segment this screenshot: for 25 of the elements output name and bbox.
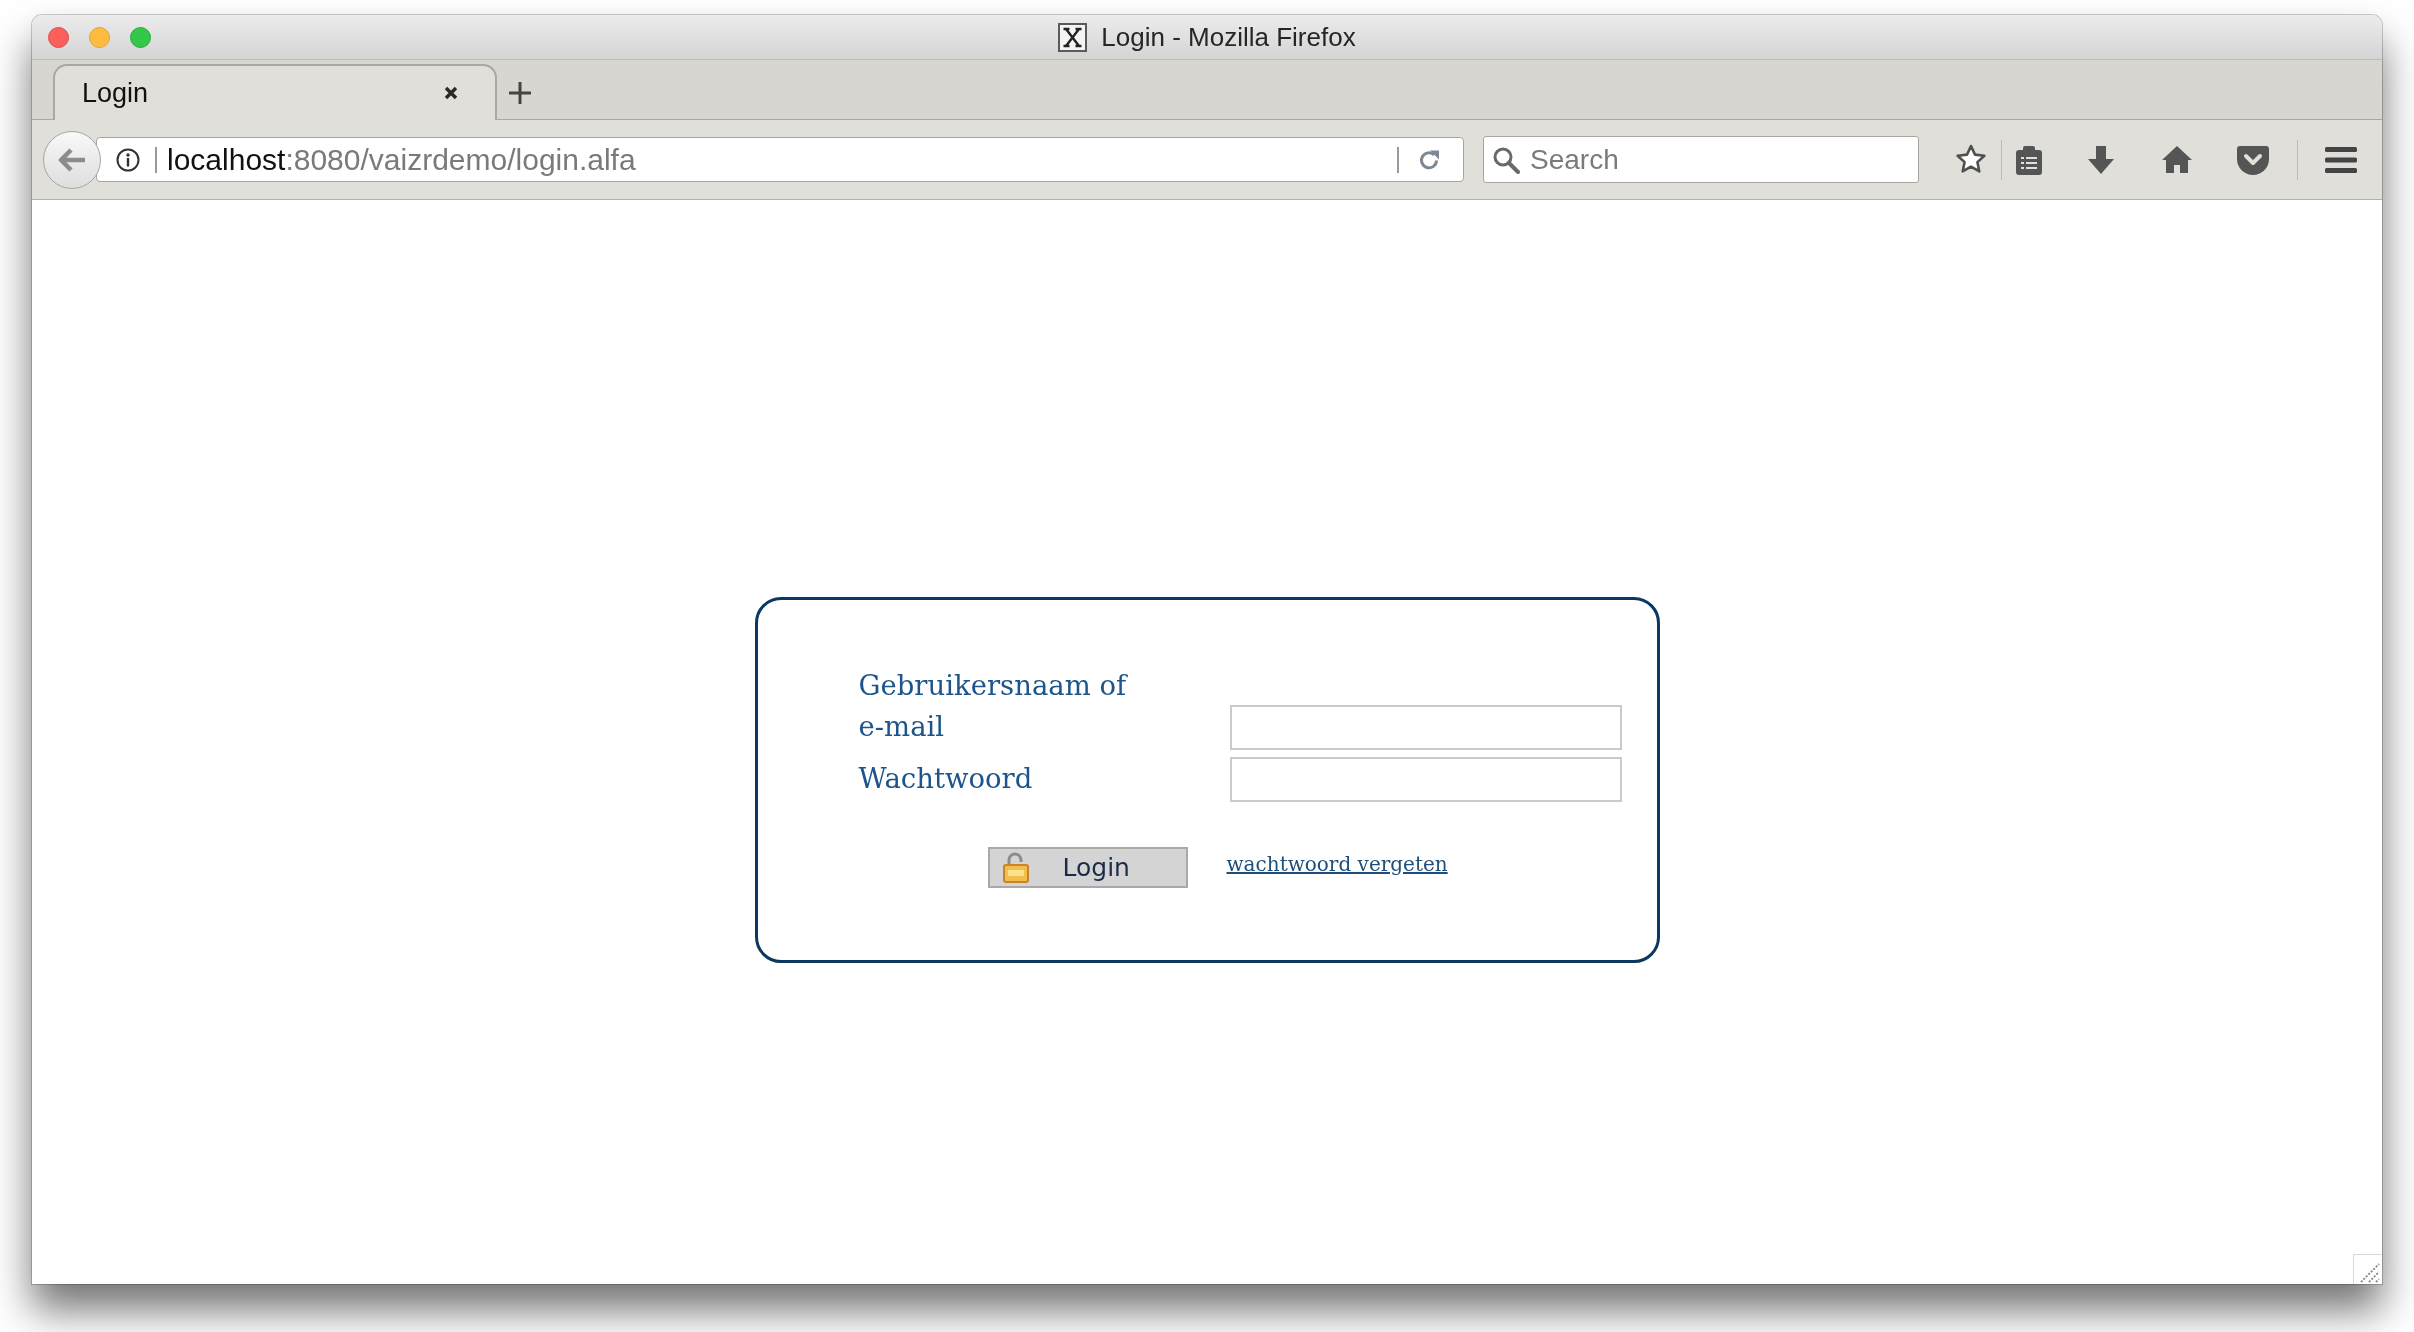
url-text[interactable]: localhost:8080/vaizrdemo/login.alfa	[167, 144, 636, 175]
menu-icon[interactable]	[2325, 146, 2357, 173]
tab[interactable]: Login	[53, 64, 497, 120]
padlock-icon	[1002, 852, 1029, 883]
forgot-password-link[interactable]: wachtwoord vergeten	[1226, 849, 1448, 879]
resize-grip-icon[interactable]	[2353, 1254, 2382, 1284]
input-field[interactable]	[1229, 705, 1622, 750]
field-label: Wachtwoord	[858, 761, 1034, 796]
chevron-shield-icon[interactable]	[2237, 144, 2269, 175]
star-icon[interactable]	[1955, 144, 1987, 175]
close-icon[interactable]	[444, 86, 458, 100]
home-icon[interactable]	[2161, 145, 2193, 174]
search-field[interactable]: Search	[1483, 136, 1919, 183]
plus-icon[interactable]	[508, 81, 532, 105]
search-icon	[1492, 146, 1520, 174]
arrow-left-icon	[58, 147, 86, 172]
field-label: Gebruikersnaam of e-mail	[858, 668, 1129, 744]
boxed-x-icon	[1058, 22, 1088, 52]
download-icon[interactable]	[2087, 144, 2115, 175]
clipboard-icon[interactable]	[2015, 144, 2043, 175]
address-field[interactable]: localhost:8080/vaizrdemo/login.alfa	[96, 137, 1464, 182]
window-title: Login - Mozilla Firefox	[1101, 20, 1356, 54]
info-icon[interactable]	[116, 147, 140, 172]
login-button[interactable]: Login	[987, 847, 1188, 888]
input-field[interactable]	[1229, 757, 1622, 802]
